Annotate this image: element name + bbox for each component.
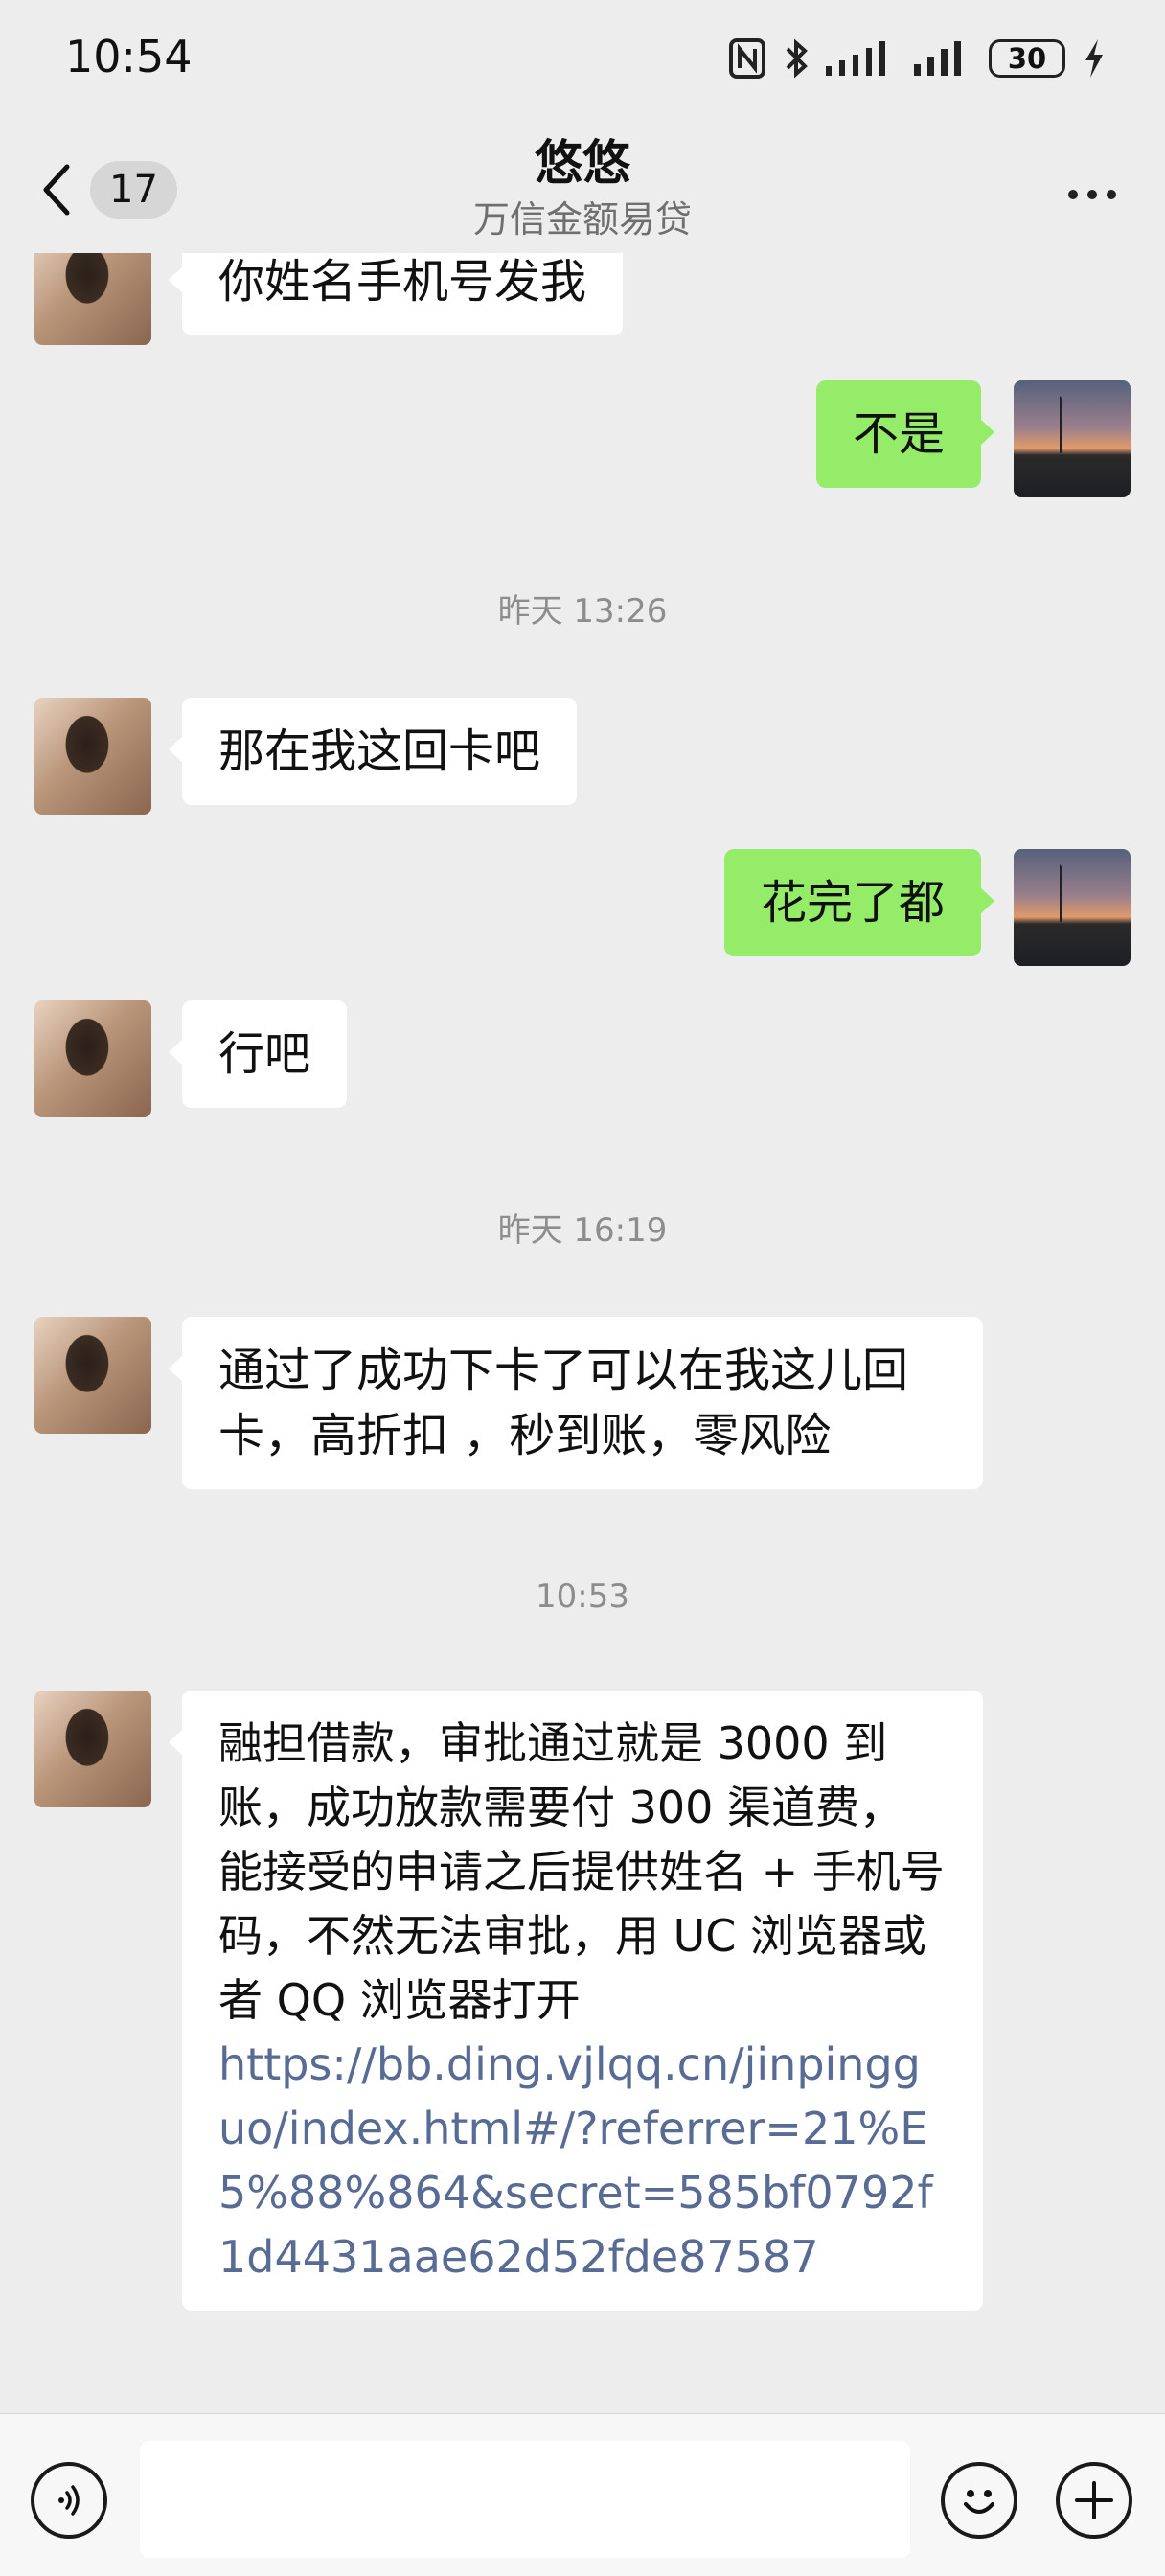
status-bar: 10:54 30 [0,0,1165,121]
message-list[interactable]: 你姓名手机号发我 不是 昨天 13:26 那在我这回卡吧 花完了都 行吧 昨天 … [0,253,1165,2413]
message-text: 行吧 [218,1027,311,1081]
message-text: 你姓名手机号发我 [218,255,587,309]
charging-icon [1085,39,1103,78]
message-text: 通过了成功下卡了可以在我这儿回卡，高折扣 ，秒到账，零风险 [218,1344,909,1462]
signal-icon [826,41,885,76]
message-bubble-incoming[interactable]: 行吧 [168,1000,348,1108]
chat-subtitle: 万信金额易贷 [472,198,692,241]
message-link[interactable]: https://bb.ding.vjlqq.cn/jinpingguo/inde… [218,2033,947,2289]
status-icons: 30 [728,34,1106,82]
message-input[interactable] [140,2441,910,2558]
nfc-icon [729,38,765,79]
message-bubble-outgoing[interactable]: 不是 [815,380,995,488]
chat-header: 17 悠悠 万信金额易贷 [0,121,1165,253]
emoji-icon [964,2490,994,2514]
more-options-button[interactable] [1054,161,1131,228]
input-bar [0,2413,1165,2576]
message-text: 融担借款，审批通过就是 3000 到账，成功放款需要付 300 渠道费，能接受的… [218,1717,945,2026]
status-time: 10:54 [65,31,193,82]
more-icon [1068,190,1078,199]
message-text: 不是 [852,407,945,461]
contact-avatar[interactable] [34,1000,151,1117]
message-text: 花完了都 [760,876,945,930]
voice-icon [58,2485,80,2516]
chat-title: 悠悠 [535,135,630,191]
message-timestamp: 10:53 [536,1577,629,1616]
message-timestamp: 昨天 16:19 [497,1211,668,1250]
message-bubble-incoming[interactable]: 那在我这回卡吧 [168,698,578,805]
message-text: 那在我这回卡吧 [218,724,541,778]
contact-avatar[interactable] [34,253,151,345]
contact-avatar[interactable] [34,698,151,815]
my-avatar[interactable] [1014,849,1131,966]
battery-icon: 30 [989,39,1065,78]
bluetooth-icon [786,38,808,79]
contact-avatar[interactable] [34,1317,151,1434]
emoji-button[interactable] [941,2462,1017,2539]
plus-icon [1075,2481,1113,2519]
more-functions-button[interactable] [1056,2462,1132,2539]
message-bubble-incoming[interactable]: 你姓名手机号发我 [168,253,624,335]
my-avatar[interactable] [1014,380,1131,497]
voice-button[interactable] [31,2462,107,2539]
battery-level: 30 [1007,41,1047,75]
message-bubble-incoming[interactable]: 融担借款，审批通过就是 3000 到账，成功放款需要付 300 渠道费，能接受的… [169,1690,983,2311]
contact-avatar[interactable] [34,1690,151,1807]
signal-icon [914,41,961,76]
message-bubble-outgoing[interactable]: 花完了都 [723,849,995,956]
message-timestamp: 昨天 13:26 [497,592,668,631]
message-bubble-incoming[interactable]: 通过了成功下卡了可以在我这儿回卡，高折扣 ，秒到账，零风险 [169,1317,983,1489]
